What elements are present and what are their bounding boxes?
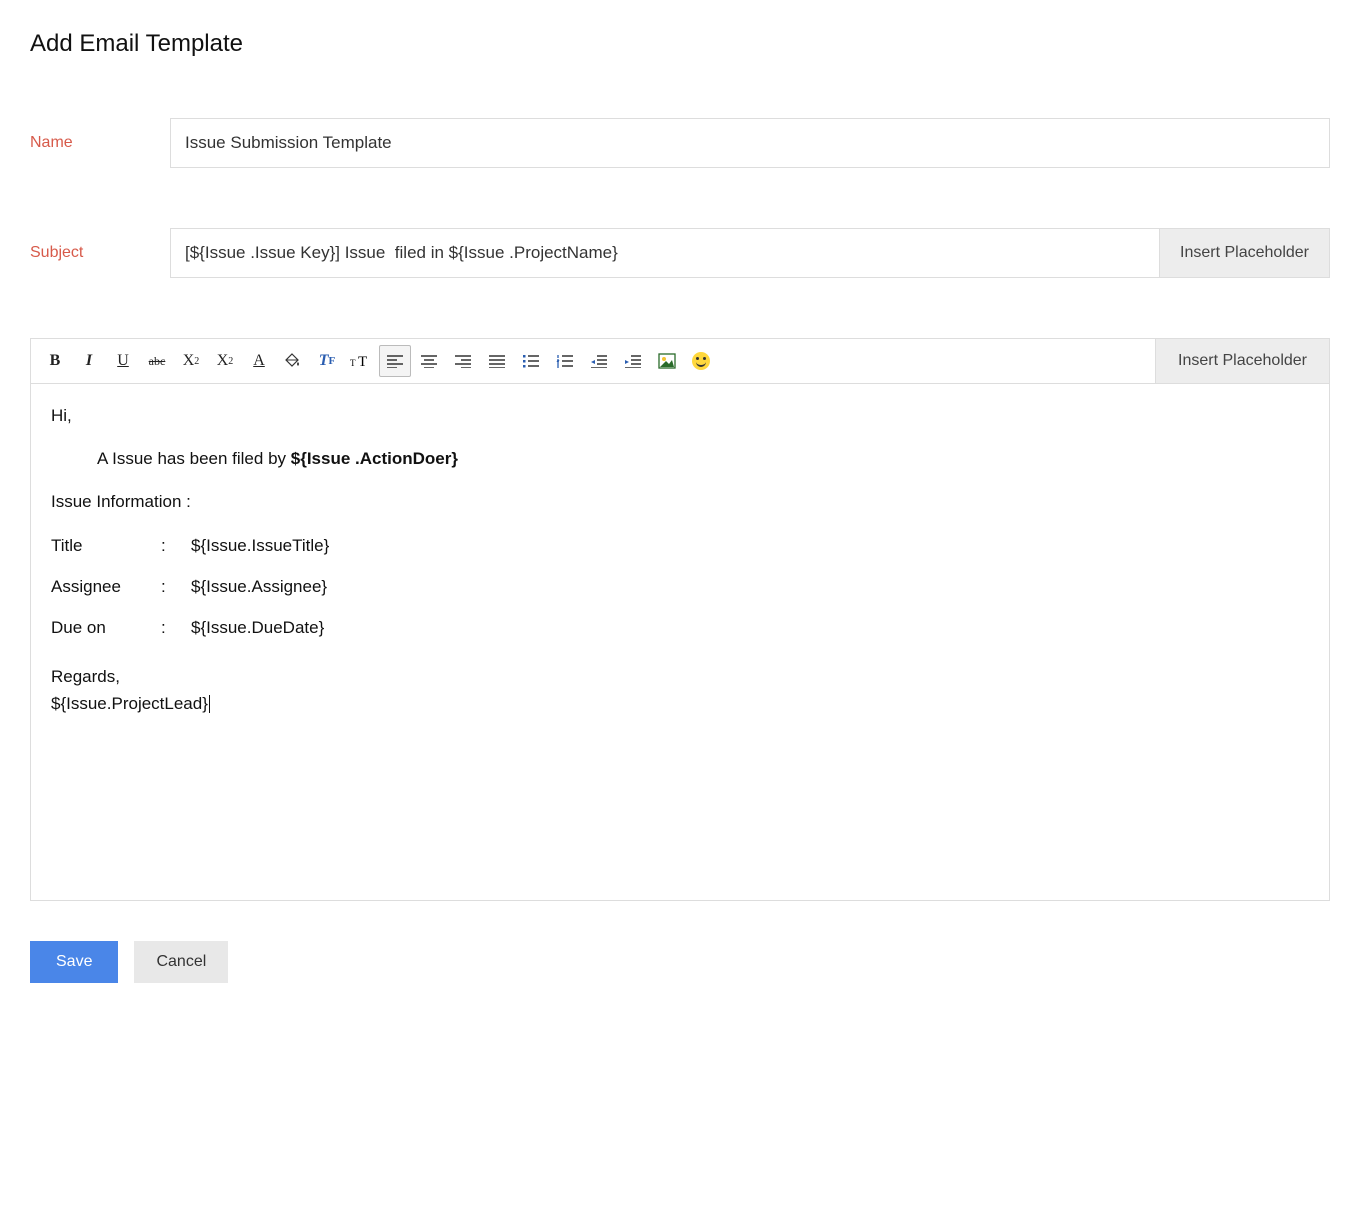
ol-icon bbox=[556, 354, 574, 368]
indent-icon bbox=[624, 354, 642, 368]
superscript-button[interactable]: X2 bbox=[209, 345, 241, 377]
outdent-button[interactable] bbox=[583, 345, 615, 377]
align-right-icon bbox=[454, 354, 472, 368]
body-signoff: Regards, bbox=[51, 663, 1309, 690]
ordered-list-button[interactable] bbox=[549, 345, 581, 377]
insert-placeholder-body-button[interactable]: Insert Placeholder bbox=[1155, 339, 1329, 383]
body-info-row: Due on : ${Issue.DueDate} bbox=[51, 614, 1309, 641]
insert-image-button[interactable] bbox=[651, 345, 683, 377]
form-actions: Save Cancel bbox=[30, 941, 1330, 983]
subject-input[interactable] bbox=[170, 228, 1159, 278]
rich-text-editor: B I U abc X2 X2 A TF T bbox=[30, 338, 1330, 901]
body-signature: ${Issue.ProjectLead} bbox=[51, 690, 1309, 717]
body-info-row: Assignee : ${Issue.Assignee} bbox=[51, 573, 1309, 600]
underline-button[interactable]: U bbox=[107, 345, 139, 377]
editor-toolbar: B I U abc X2 X2 A TF T bbox=[31, 339, 1155, 383]
page-title: Add Email Template bbox=[30, 30, 1330, 58]
body-section-head: Issue Information : bbox=[51, 488, 1309, 515]
fill-color-button[interactable] bbox=[277, 345, 309, 377]
align-right-button[interactable] bbox=[447, 345, 479, 377]
bold-button[interactable]: B bbox=[39, 345, 71, 377]
align-left-button[interactable] bbox=[379, 345, 411, 377]
svg-text:T: T bbox=[350, 358, 356, 368]
clear-formatting-button[interactable]: TF bbox=[311, 345, 343, 377]
smiley-icon bbox=[692, 352, 710, 370]
editor-toolbar-row: B I U abc X2 X2 A TF T bbox=[31, 339, 1329, 384]
svg-text:T: T bbox=[358, 354, 367, 370]
unordered-list-button[interactable] bbox=[515, 345, 547, 377]
paint-bucket-icon bbox=[284, 352, 302, 370]
image-icon bbox=[658, 353, 676, 369]
strikethrough-button[interactable]: abc bbox=[141, 345, 173, 377]
insert-emoji-button[interactable] bbox=[685, 345, 717, 377]
save-button[interactable]: Save bbox=[30, 941, 118, 983]
cancel-button[interactable]: Cancel bbox=[134, 941, 228, 983]
font-color-button[interactable]: A bbox=[243, 345, 275, 377]
body-info-row: Title : ${Issue.IssueTitle} bbox=[51, 532, 1309, 559]
align-center-button[interactable] bbox=[413, 345, 445, 377]
editor-content[interactable]: Hi, A Issue has been filed by ${Issue .A… bbox=[31, 384, 1329, 900]
ul-icon bbox=[522, 354, 540, 368]
font-size-button[interactable]: T T bbox=[345, 345, 377, 377]
outdent-icon bbox=[590, 354, 608, 368]
subject-row: Subject Insert Placeholder bbox=[30, 228, 1330, 278]
body-intro: A Issue has been filed by ${Issue .Actio… bbox=[51, 445, 1309, 472]
align-center-icon bbox=[420, 354, 438, 368]
indent-button[interactable] bbox=[617, 345, 649, 377]
align-left-icon bbox=[386, 354, 404, 368]
subject-label: Subject bbox=[30, 244, 170, 262]
align-justify-button[interactable] bbox=[481, 345, 513, 377]
align-justify-icon bbox=[488, 354, 506, 368]
name-label: Name bbox=[30, 134, 170, 152]
italic-button[interactable]: I bbox=[73, 345, 105, 377]
name-input[interactable] bbox=[170, 118, 1330, 168]
font-size-icon: T T bbox=[350, 352, 372, 370]
text-caret bbox=[209, 695, 210, 713]
name-row: Name bbox=[30, 118, 1330, 168]
body-greeting: Hi, bbox=[51, 402, 1309, 429]
subscript-button[interactable]: X2 bbox=[175, 345, 207, 377]
insert-placeholder-subject-button[interactable]: Insert Placeholder bbox=[1159, 228, 1330, 278]
